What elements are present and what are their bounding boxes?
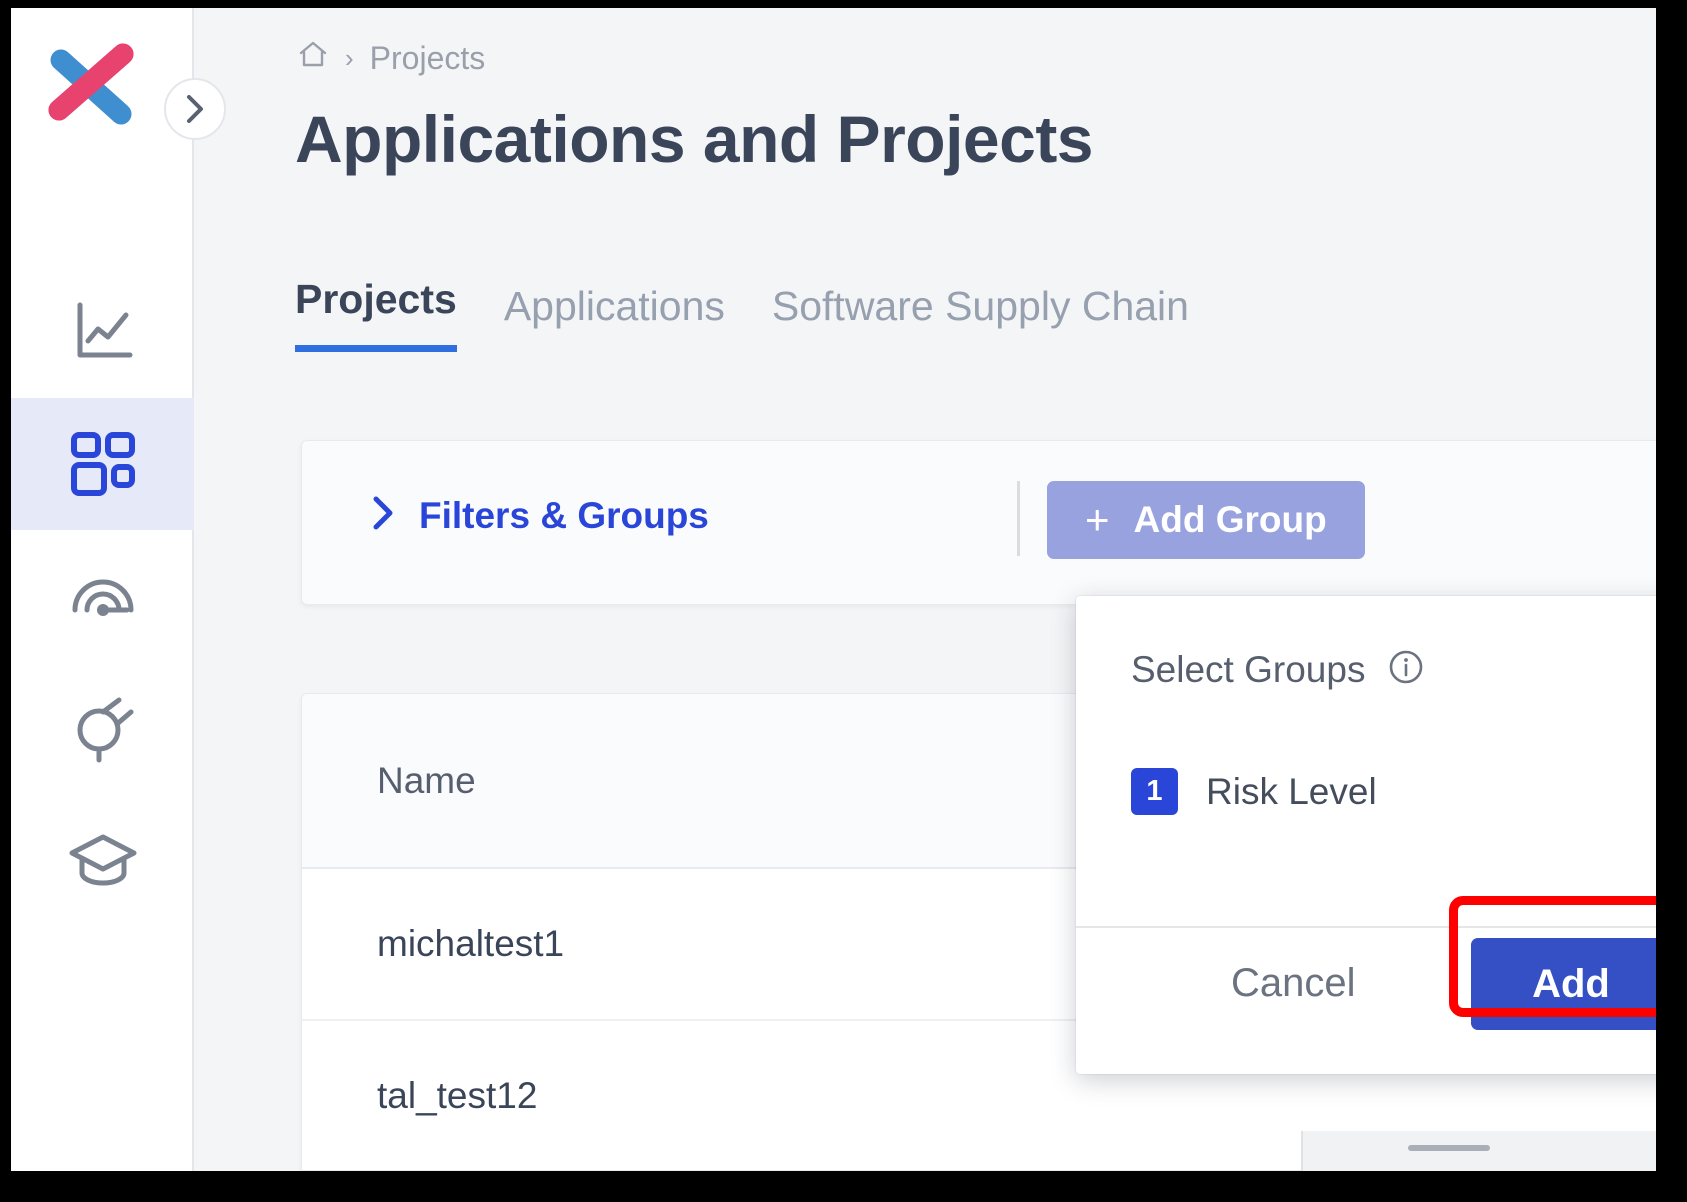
breadcrumb: › Projects [297,38,485,78]
chevron-right-icon [187,95,203,123]
info-circle-icon[interactable] [1387,648,1425,691]
filters-and-groups-label: Filters & Groups [419,494,709,536]
add-button[interactable]: Add [1471,938,1656,1030]
project-name-cell[interactable]: michaltest1 [302,923,564,965]
select-groups-header: Select Groups [1131,648,1425,691]
toolbar-divider [1017,481,1020,556]
project-name-cell[interactable]: tal_test12 [302,1075,537,1117]
page-title: Applications and Projects [295,102,1094,176]
column-header-name[interactable]: Name [302,760,476,802]
popup-divider [1076,926,1656,928]
app-viewport: › Projects Applications and Projects Pro… [11,8,1656,1171]
sidebar-item-integrations[interactable] [11,662,194,794]
select-groups-title: Select Groups [1131,648,1366,690]
sidebar-item-risk-management[interactable] [11,530,194,662]
tab-bar: Projects Applications Software Supply Ch… [295,276,1189,352]
table-column-strip [1301,1131,1656,1171]
select-groups-dropdown: Select Groups 1 Risk Level Cancel Add [1076,596,1656,1074]
main-content: › Projects Applications and Projects Pro… [196,8,1656,1171]
plus-icon: + [1085,496,1110,543]
sidebar-item-dashboard-analytics[interactable] [11,266,194,398]
checkmarx-x-logo [37,32,145,140]
tab-applications[interactable]: Applications [504,283,725,352]
grid-apps-icon [70,432,135,496]
sidebar-item-applications-projects[interactable] [11,398,194,530]
gauge-risk-icon [72,579,133,616]
sidebar-item-learning[interactable] [11,794,194,926]
filters-toolbar-card: Filters & Groups + Add Group [301,440,1656,605]
add-group-button[interactable]: + Add Group [1047,481,1365,559]
group-option-risk-level[interactable]: 1 Risk Level [1131,768,1377,815]
chevron-right-icon [367,491,397,540]
breadcrumb-separator: › [345,42,354,73]
left-nav-rail [11,8,226,1171]
home-icon[interactable] [297,38,329,78]
breadcrumb-item-projects[interactable]: Projects [370,40,486,77]
add-group-label: Add Group [1133,499,1327,540]
plug-integrations-icon [77,697,133,763]
placeholder-dash [1408,1145,1490,1151]
analytics-chart-icon [77,302,132,358]
filters-and-groups-toggle[interactable]: Filters & Groups [367,491,709,540]
group-order-badge: 1 [1131,768,1178,815]
cancel-button[interactable]: Cancel [1231,961,1356,1006]
tab-projects[interactable]: Projects [295,276,457,352]
sidebar-expand-toggle[interactable] [164,78,226,140]
group-option-label: Risk Level [1206,770,1377,812]
tab-software-supply-chain[interactable]: Software Supply Chain [772,283,1189,352]
graduation-cap-icon [69,834,136,886]
